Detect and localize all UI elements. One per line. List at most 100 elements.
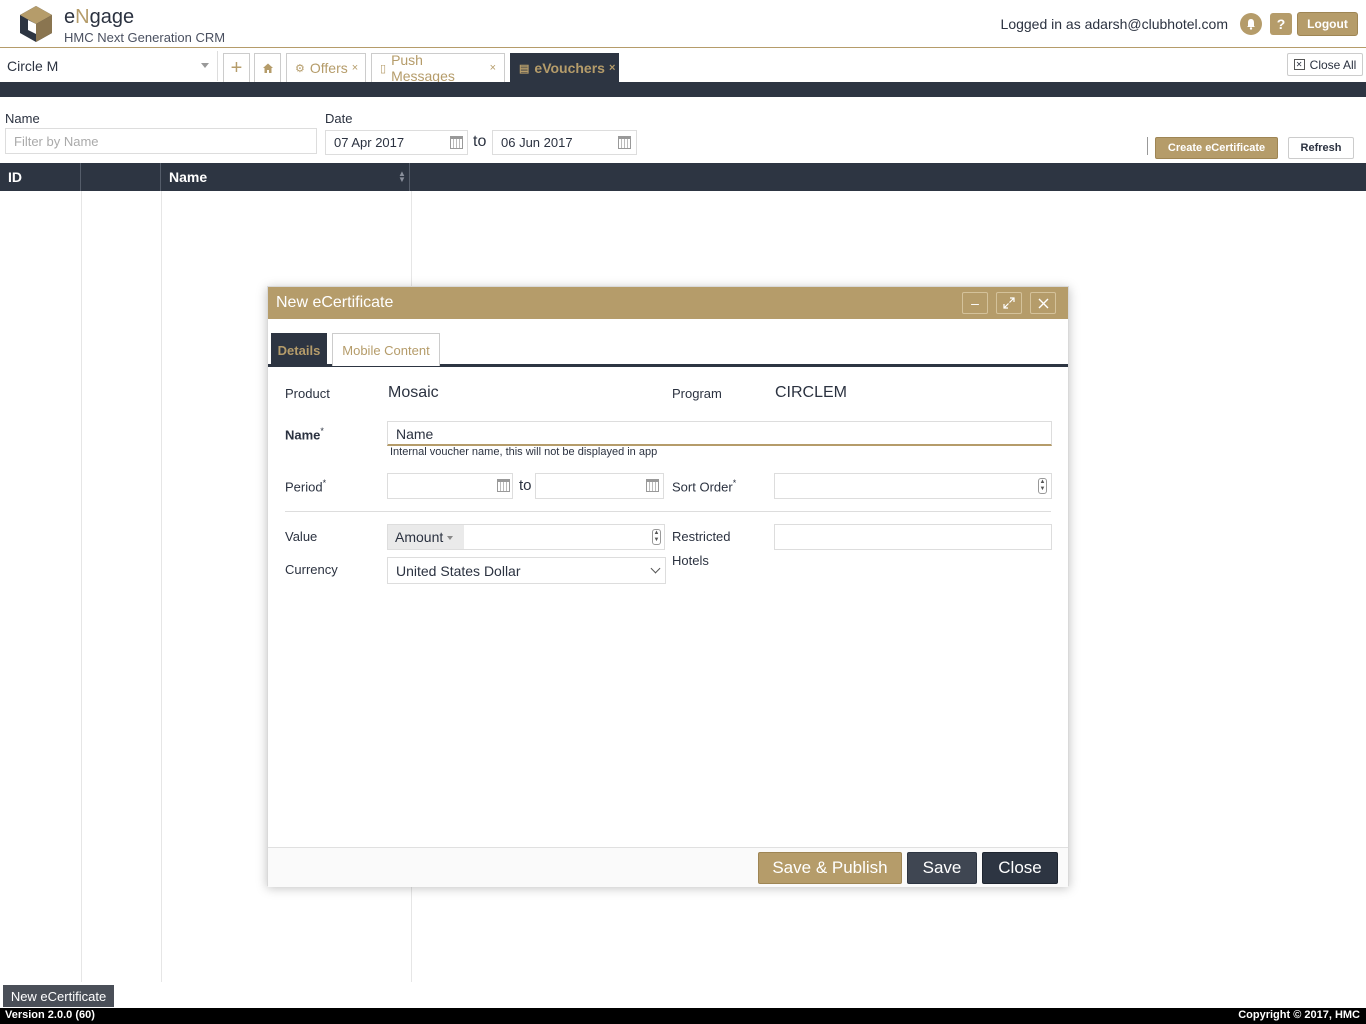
- calendar-icon[interactable]: [497, 479, 510, 492]
- tab-evouchers-label: eVouchers: [534, 60, 605, 76]
- grid-column-line: [161, 191, 162, 982]
- close-all-label: Close All: [1309, 57, 1357, 72]
- calendar-icon[interactable]: [618, 136, 631, 149]
- tab-offers[interactable]: ⚙ Offers ×: [286, 53, 366, 82]
- name-filter-input[interactable]: Filter by Name: [5, 128, 317, 154]
- dialog-close-button[interactable]: [1030, 292, 1056, 314]
- date-to-separator: to: [473, 133, 487, 150]
- name-filter-label: Name: [5, 111, 40, 126]
- grid-header: ID Name ▲ ▼: [0, 163, 1366, 191]
- spinner-icon[interactable]: ▲ ▼: [652, 529, 661, 545]
- currency-label: Currency: [285, 562, 338, 577]
- dialog-footer: Save & Publish Save Close: [268, 847, 1068, 887]
- calendar-icon[interactable]: [646, 479, 659, 492]
- column-id[interactable]: ID: [0, 163, 81, 191]
- minimize-button[interactable]: –: [962, 292, 988, 314]
- column-blank[interactable]: [81, 163, 161, 191]
- name-hint: Internal voucher name, this will not be …: [390, 446, 658, 458]
- restricted-hotels-input[interactable]: [774, 524, 1052, 550]
- refresh-button[interactable]: Refresh: [1288, 137, 1354, 159]
- program-value: CIRCLEM: [775, 384, 848, 401]
- add-tab-button[interactable]: +: [223, 53, 250, 82]
- filter-panel: Name Filter by Name Date 07 Apr 2017 to …: [0, 97, 1366, 163]
- gear-icon: ⚙: [295, 62, 305, 75]
- tab-evouchers[interactable]: ▤ eVouchers ×: [510, 53, 619, 82]
- sort-order-label: Sort Order*: [672, 478, 737, 495]
- currency-select[interactable]: United States Dollar: [387, 557, 666, 584]
- restricted-label: Restricted: [672, 529, 731, 544]
- date-filter-label: Date: [325, 111, 353, 126]
- maximize-button[interactable]: [996, 292, 1022, 314]
- save-button[interactable]: Save: [907, 852, 977, 884]
- help-icon[interactable]: ?: [1270, 13, 1292, 35]
- brand-subtitle: HMC Next Generation CRM: [64, 30, 226, 45]
- circle-select[interactable]: Circle M: [0, 51, 218, 81]
- sort-icon[interactable]: ▲ ▼: [398, 170, 406, 184]
- copyright-text: Copyright © 2017, HMC: [1238, 1009, 1360, 1021]
- period-start-input[interactable]: [387, 473, 513, 499]
- toolbar-divider: [0, 82, 1366, 97]
- dialog-title: New eCertificate: [276, 294, 394, 311]
- home-button[interactable]: [254, 53, 281, 82]
- amount-type-dropdown[interactable]: Amount: [388, 525, 464, 549]
- new-ecertificate-dialog: New eCertificate – Details Mobile Conten…: [267, 286, 1069, 887]
- tab-strip: Circle M + ⚙ Offers × ▯ Push Messages × …: [0, 49, 1366, 84]
- voucher-icon: ▤: [519, 62, 530, 75]
- minimize-icon: –: [971, 295, 979, 311]
- date-from-input[interactable]: 07 Apr 2017: [325, 130, 468, 155]
- brand-name: eNgage: [64, 6, 135, 28]
- program-label: Program: [672, 386, 722, 401]
- spinner-icon[interactable]: ▲ ▼: [1038, 478, 1047, 494]
- expand-icon: [1003, 297, 1015, 309]
- voucher-name-input[interactable]: Name: [387, 421, 1052, 446]
- tab-offers-label: Offers: [309, 60, 348, 76]
- period-to-separator: to: [519, 477, 532, 494]
- message-icon: ▯: [380, 62, 387, 75]
- dialog-tabs: Details Mobile Content: [268, 319, 1068, 367]
- close-icon[interactable]: ×: [352, 62, 358, 74]
- taskbar-new-ecertificate[interactable]: New eCertificate: [3, 985, 114, 1007]
- home-icon: [262, 63, 273, 73]
- version-text: Version 2.0.0 (60): [5, 1009, 95, 1021]
- logout-button[interactable]: Logout: [1297, 12, 1358, 36]
- value-label: Value: [285, 529, 318, 544]
- chevron-down-icon: [201, 63, 209, 68]
- amount-type-label: Amount: [395, 529, 444, 545]
- save-publish-button[interactable]: Save & Publish: [758, 852, 902, 884]
- dialog-titlebar[interactable]: New eCertificate: [268, 287, 1068, 319]
- tab-push-messages-label: Push Messages: [391, 52, 455, 84]
- column-name[interactable]: Name: [161, 163, 410, 191]
- product-label: Product: [285, 386, 330, 401]
- grid-column-line: [81, 191, 82, 982]
- tab-push-messages[interactable]: ▯ Push Messages ×: [371, 52, 505, 84]
- close-box-icon: ✕: [1293, 59, 1305, 70]
- date-to-input[interactable]: 06 Jun 2017: [492, 130, 637, 155]
- name-label: Name*: [285, 426, 324, 443]
- date-from-value: 07 Apr 2017: [334, 135, 405, 150]
- tab-details[interactable]: Details: [271, 333, 327, 366]
- close-all-button[interactable]: ✕ Close All: [1287, 53, 1363, 76]
- currency-value: United States Dollar: [396, 563, 521, 579]
- chevron-down-icon: [650, 563, 661, 574]
- close-icon: [1038, 298, 1048, 308]
- sort-order-input[interactable]: ▲ ▼: [774, 473, 1052, 499]
- close-icon[interactable]: ×: [609, 62, 615, 74]
- app-header: eNgage HMC Next Generation CRM Logged in…: [0, 0, 1366, 48]
- close-button[interactable]: Close: [982, 852, 1058, 884]
- product-value: Mosaic: [388, 384, 439, 401]
- bell-icon[interactable]: [1240, 13, 1262, 35]
- period-end-input[interactable]: [535, 473, 664, 499]
- logged-in-text: Logged in as adarsh@clubhotel.com: [1000, 16, 1228, 32]
- date-to-value: 06 Jun 2017: [501, 135, 573, 150]
- create-ecertificate-button[interactable]: Create eCertificate: [1155, 137, 1278, 159]
- period-label: Period*: [285, 478, 327, 495]
- hotels-label: Hotels: [672, 553, 709, 568]
- tab-mobile-content[interactable]: Mobile Content: [332, 333, 440, 366]
- close-icon[interactable]: ×: [490, 62, 496, 74]
- circle-select-value: Circle M: [7, 58, 59, 74]
- calendar-icon[interactable]: [450, 136, 463, 149]
- section-divider: [285, 511, 1051, 512]
- button-separator: [1147, 137, 1148, 155]
- app-footer: Version 2.0.0 (60) Copyright © 2017, HMC: [0, 1008, 1366, 1024]
- chevron-down-icon: [447, 536, 454, 541]
